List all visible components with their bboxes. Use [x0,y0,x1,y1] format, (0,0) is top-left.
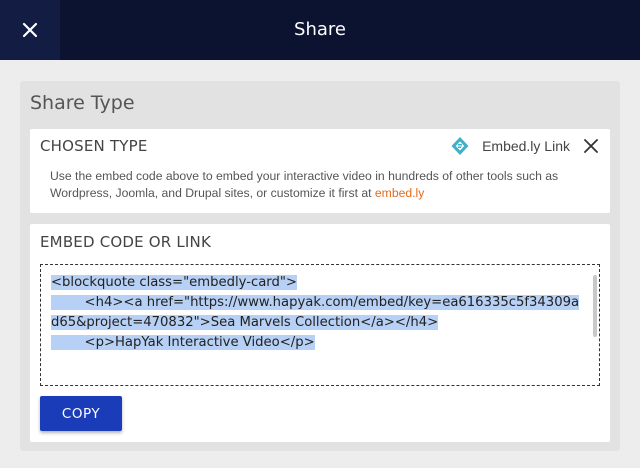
top-bar: Share [0,0,640,60]
embed-code-heading: EMBED CODE OR LINK [40,233,212,251]
chosen-type-chip: Embed.ly Link [450,135,600,157]
embedly-logo-icon [451,137,469,155]
code-scrollbar[interactable] [593,275,597,337]
page-title: Share [294,19,346,40]
chosen-type-card: CHOSEN TYPE Embed.ly Link Use the embed … [30,129,610,213]
description-text: Use the embed code above to embed your i… [50,169,559,200]
code-line: <blockquote class="embedly-card"> [51,275,297,290]
section-title: Share Type [30,92,135,114]
share-type-panel: Share Type CHOSEN TYPE Embed.ly Link Use… [20,81,620,451]
embed-code-content: <blockquote class="embedly-card"> <h4><a… [51,273,581,353]
copy-button[interactable]: COPY [40,396,122,431]
chosen-type-label: Embed.ly Link [482,138,570,154]
code-line: <p>HapYak Interactive Video</p> [51,335,315,350]
embed-code-textarea[interactable]: <blockquote class="embedly-card"> <h4><a… [40,264,600,386]
chosen-type-heading: CHOSEN TYPE [40,137,148,155]
code-line: <h4><a href="https://www.hapyak.com/embe… [51,295,580,330]
close-icon [584,139,598,153]
chosen-type-description: Use the embed code above to embed your i… [50,168,606,202]
remove-type-button[interactable] [582,137,600,155]
embed-code-card: EMBED CODE OR LINK <blockquote class="em… [30,224,610,442]
embedly-link[interactable]: embed.ly [375,186,424,200]
